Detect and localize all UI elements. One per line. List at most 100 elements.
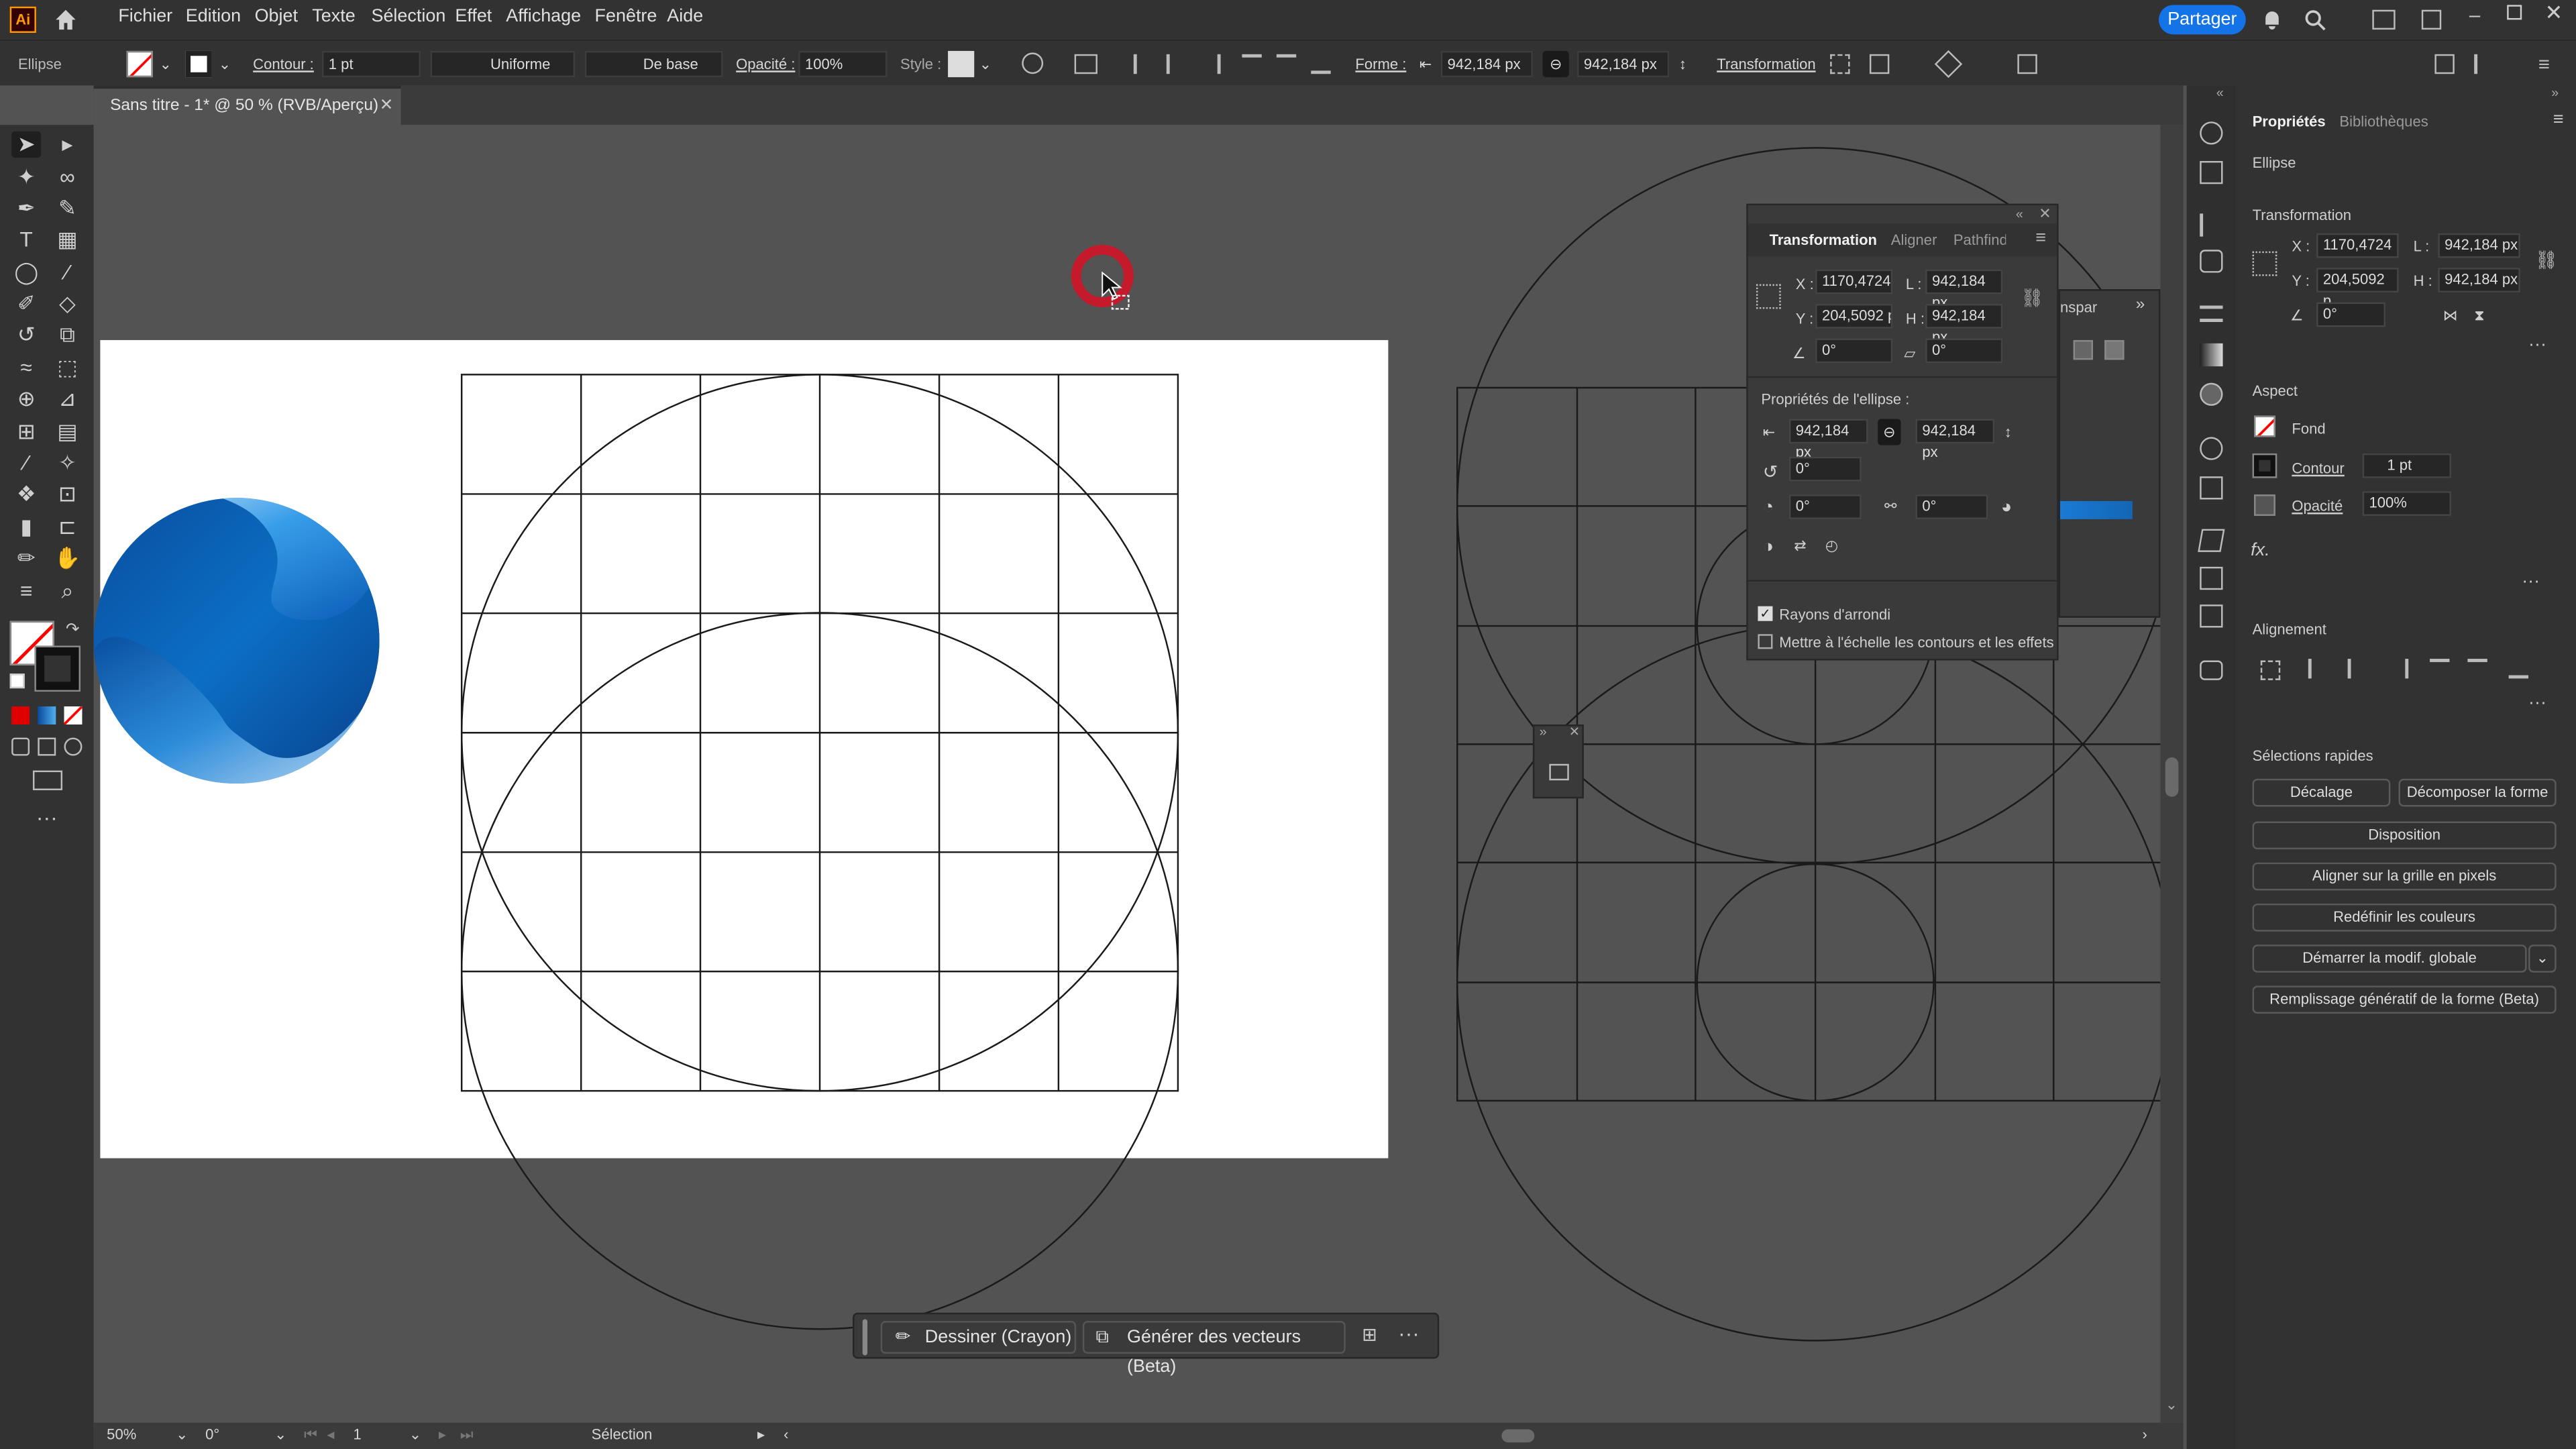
artboard-tool-icon[interactable]: ⊡ — [52, 482, 82, 508]
close-icon[interactable]: ✕ — [1569, 724, 1580, 739]
workspace-icon[interactable] — [2372, 9, 2396, 30]
chevron-down-icon[interactable]: ⌄ — [979, 52, 991, 75]
chevron-down-icon[interactable]: ⌄ — [274, 1426, 286, 1444]
shaper-tool-icon[interactable]: ✐ — [11, 290, 41, 317]
tab-aligner[interactable]: Aligner — [1891, 231, 1943, 248]
eyedropper-tool-icon[interactable]: ⁄ — [11, 450, 41, 476]
artboard-number[interactable]: 1 — [354, 1426, 362, 1442]
radius-checkbox[interactable]: ✓ — [1758, 606, 1773, 621]
contour-label[interactable]: Contour : — [253, 52, 314, 75]
drag-handle[interactable] — [862, 1319, 868, 1356]
w-input[interactable]: 942,184 px — [2438, 233, 2520, 258]
graphic-styles-icon[interactable] — [2200, 476, 2223, 500]
gradient-mode-icon[interactable] — [38, 706, 56, 725]
style-swatch[interactable] — [948, 50, 975, 78]
align-bottom-icon[interactable] — [2508, 659, 2529, 679]
hand-tool-icon[interactable]: ✋ — [52, 545, 82, 572]
selection-tool-icon[interactable]: ➤ — [11, 131, 42, 158]
collapse-icon[interactable]: « — [2016, 207, 2023, 222]
last-artboard-icon[interactable]: ⏭ — [460, 1426, 474, 1444]
align-vcenter-icon[interactable] — [2467, 659, 2487, 678]
x-input[interactable]: 1170,4724 — [1815, 269, 1893, 294]
flip-vertical-icon[interactable]: ⧗ — [2474, 307, 2484, 325]
opacity-label[interactable]: Opacité — [2292, 498, 2343, 514]
zoom-tool-icon[interactable]: ⌕ — [52, 578, 82, 604]
align-right-icon[interactable] — [1201, 54, 1221, 74]
perspective-tool-icon[interactable]: ⊿ — [52, 386, 82, 413]
y-input[interactable]: 204,5092 px — [1815, 304, 1893, 329]
panel-menu-icon[interactable]: ≡ — [2553, 110, 2564, 129]
panel-menu-icon[interactable]: ≡ — [2035, 228, 2046, 248]
rotation-value[interactable]: 0° — [205, 1426, 219, 1442]
close-icon[interactable]: ✕ — [380, 97, 394, 115]
fx-label[interactable]: fx. — [2251, 541, 2269, 560]
scale-strokes-checkbox[interactable] — [1758, 634, 1773, 649]
bell-icon[interactable] — [2261, 8, 2284, 31]
height-input[interactable]: 942,184 px — [1577, 50, 1670, 78]
stroke-profile-select[interactable]: Uniforme — [430, 50, 576, 78]
menu-texte[interactable]: Texte — [312, 7, 355, 26]
vertical-scrollbar[interactable]: ⌄ — [2160, 125, 2184, 1423]
lasso-tool-icon[interactable]: ∞ — [52, 164, 82, 191]
puppet-warp-icon[interactable] — [1934, 50, 1963, 78]
app-logo[interactable]: Ai — [9, 6, 36, 33]
gradient-panel-icon[interactable] — [2200, 343, 2223, 367]
scale-tool-icon[interactable]: ⧉ — [52, 322, 82, 348]
chevron-down-icon[interactable]: ⌄ — [176, 1426, 188, 1444]
collapse-icon[interactable]: » — [2551, 85, 2559, 100]
window-close-icon[interactable]: ✕ — [2545, 0, 2563, 26]
align-left-icon[interactable] — [2308, 659, 2328, 679]
recolor-button[interactable]: Redéfinir les couleurs — [2252, 903, 2557, 932]
global-edit-button[interactable]: Démarrer la modif. globale — [2252, 945, 2527, 973]
swap-colors-icon[interactable]: ↷ — [66, 621, 80, 639]
flip-horizontal-icon[interactable]: ⋈ — [2443, 307, 2458, 325]
align-left-icon[interactable] — [1133, 54, 1153, 74]
pie-end-input[interactable]: 0° — [1915, 494, 1988, 519]
close-icon[interactable]: ✕ — [2039, 205, 2051, 223]
chevron-down-icon[interactable]: ⌄ — [219, 52, 231, 75]
x-input[interactable]: 1170,4724 — [2316, 233, 2399, 258]
menu-selection[interactable]: Sélection — [371, 7, 445, 26]
draw-pencil-button[interactable]: ✏ Dessiner (Crayon) — [880, 1320, 1077, 1354]
opacity-input[interactable]: 100% — [798, 50, 888, 78]
zoom-level[interactable]: 50% — [107, 1426, 136, 1442]
mesh-tool-icon[interactable]: ⊞ — [11, 419, 41, 445]
shape-builder-tool-icon[interactable]: ⊕ — [11, 386, 41, 413]
mask-swatch-icon[interactable] — [2104, 339, 2125, 360]
rotate-tool-icon[interactable]: ↺ — [11, 322, 41, 348]
ellipse-rot-input[interactable]: 0° — [1788, 456, 1862, 482]
menu-effet[interactable]: Effet — [455, 7, 492, 26]
menu-affichage[interactable]: Affichage — [506, 7, 581, 26]
generate-vectors-button[interactable]: ⧉ Générer des vecteurs (Beta) — [1082, 1320, 1346, 1377]
scroll-right-icon[interactable]: › — [2142, 1426, 2147, 1442]
isolate-icon[interactable] — [1869, 54, 1890, 74]
menu-edition[interactable]: Edition — [186, 7, 241, 26]
artboard-icon[interactable] — [1549, 763, 1569, 781]
more-options-icon[interactable]: ··· — [2522, 572, 2540, 591]
stroke-label[interactable]: Contour — [2292, 460, 2344, 476]
more-options-icon[interactable]: ··· — [2528, 693, 2546, 712]
default-colors-icon[interactable] — [9, 674, 25, 689]
w-input[interactable]: 942,184 px — [1925, 269, 2003, 311]
transparency-panel-partial[interactable]: nspar » — [2058, 289, 2161, 618]
first-artboard-icon[interactable]: ⏮ — [304, 1426, 317, 1444]
tab-transformation[interactable]: Transformation — [1770, 231, 1877, 248]
y-input[interactable]: 204,5092 p — [2316, 268, 2399, 309]
unlink-icon[interactable]: ⛓ — [2535, 250, 2558, 271]
arrange-button[interactable]: Disposition — [2252, 821, 2557, 850]
align-top-icon[interactable] — [1242, 54, 1262, 74]
align-hcenter-icon[interactable] — [2347, 659, 2367, 679]
window-minimize-icon[interactable] — [2421, 9, 2442, 30]
offset-button[interactable]: Décalage — [2252, 778, 2391, 807]
menu-fenetre[interactable]: Fenêtre — [595, 7, 657, 26]
generative-fill-button[interactable]: Remplissage génératif de la forme (Beta) — [2252, 985, 2557, 1014]
menu-aide[interactable]: Aide — [667, 7, 703, 26]
pie-start-input[interactable]: 0° — [1788, 494, 1862, 519]
ellipse-tool-icon[interactable]: ◯ — [11, 260, 41, 286]
table-tool-icon[interactable]: ▦ — [52, 227, 82, 253]
magic-wand-tool-icon[interactable]: ✦ — [11, 164, 41, 191]
tab-properties[interactable]: Propriétés — [2253, 113, 2326, 129]
unlink-icon[interactable]: ⚯ — [1884, 498, 1896, 516]
chevron-down-icon[interactable]: ⌄ — [409, 1426, 421, 1444]
distribute-icon[interactable] — [2474, 54, 2493, 74]
